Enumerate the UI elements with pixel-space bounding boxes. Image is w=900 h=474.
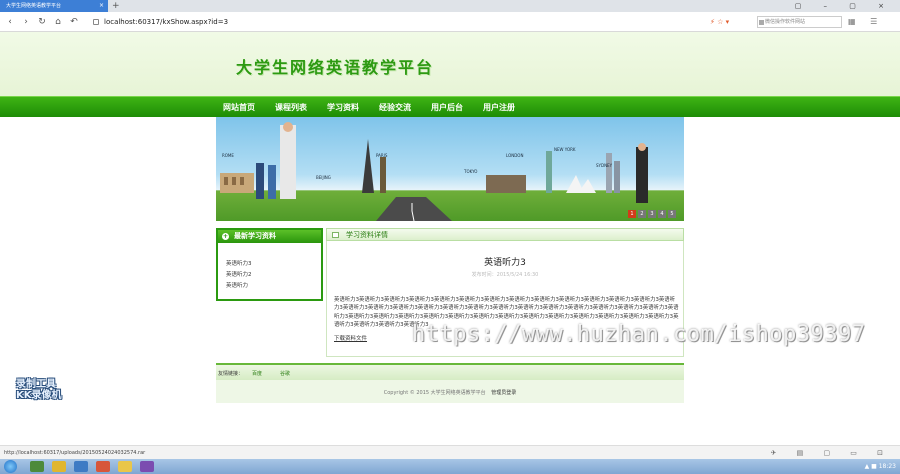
main-nav: 网站首页 课程列表 学习资料 经验交流 用户后台 用户注册: [0, 96, 900, 117]
banner-pager-3[interactable]: 3: [648, 210, 656, 218]
window-controls[interactable]: ▢ – ▢ ×: [795, 0, 894, 12]
windows-taskbar: ▲ ■ 18:23: [0, 459, 900, 474]
home-icon[interactable]: ⌂: [52, 15, 64, 29]
menu-icon[interactable]: ▦ ☰: [848, 15, 883, 29]
city-label: BEIJING: [316, 175, 331, 180]
nav-home[interactable]: 网站首页: [223, 97, 255, 118]
taskbar-app-icon[interactable]: [96, 461, 110, 472]
tab-close-icon[interactable]: ×: [99, 0, 104, 12]
big-ben-icon: [380, 157, 386, 193]
banner-pager-2[interactable]: 2: [638, 210, 646, 218]
nav-materials[interactable]: 学习资料: [327, 97, 359, 118]
sidebar-item[interactable]: 英语听力: [226, 281, 248, 289]
sidebar-item[interactable]: 英语听力2: [226, 270, 252, 278]
sidebar-heading-label: 最新学习资料: [234, 232, 276, 240]
friend-link-baidu[interactable]: 百度: [252, 370, 262, 377]
banner-pager-5[interactable]: 5: [668, 210, 676, 218]
student-right-icon: [636, 147, 648, 203]
nav-courses[interactable]: 课程列表: [275, 97, 307, 118]
footer: Copyright © 2015 大学生网络英语教学平台 管理员登录: [216, 380, 684, 403]
tab-title: 大学生网络英语教学平台: [6, 3, 62, 9]
site-title: 大学生网络英语教学平台: [236, 58, 435, 77]
taskbar-app-icon[interactable]: [30, 461, 44, 472]
recorder-watermark: 录制工具 KK录像机: [16, 379, 62, 401]
latest-materials-heading: + 最新学习资料: [218, 230, 321, 243]
banner-pager-4[interactable]: 4: [658, 210, 666, 218]
recorder-line-1: 录制工具: [16, 379, 56, 390]
recorder-line-2: KK录像机: [16, 390, 62, 401]
forward-icon[interactable]: ›: [20, 15, 32, 29]
material-detail-heading: 学习资料详情: [346, 231, 388, 239]
copyright-text: Copyright © 2015 大学生网络英语教学平台: [383, 390, 486, 396]
city-label: PARIS: [376, 153, 388, 158]
search-input[interactable]: 微信操作软件网站: [757, 16, 842, 28]
sidebar-item[interactable]: 英语听力3: [226, 259, 252, 267]
teacher-icon: [280, 125, 296, 199]
statue-of-liberty-icon: [546, 151, 552, 193]
search-engine-icon: [759, 20, 764, 25]
status-tools-icon[interactable]: ✈ ▤ ▢ ▭ ⊡: [771, 446, 892, 460]
document-icon: [332, 232, 339, 238]
start-button[interactable]: [4, 460, 17, 473]
system-tray[interactable]: ▲ ■ 18:23: [865, 459, 896, 474]
admin-login-link[interactable]: 管理员登录: [491, 390, 516, 396]
search-placeholder: 微信操作软件网站: [765, 19, 806, 25]
city-label: LONDON: [506, 153, 524, 158]
nav-user-backend[interactable]: 用户后台: [431, 97, 463, 118]
banner-pager-1[interactable]: 1: [628, 210, 636, 218]
road-icon: [376, 197, 452, 221]
undo-icon[interactable]: ↶: [68, 15, 80, 29]
material-detail-header: 学习资料详情: [326, 228, 684, 241]
new-tab-icon[interactable]: +: [112, 0, 120, 12]
plus-circle-icon: +: [222, 233, 229, 240]
address-bar: ‹ › ↻ ⌂ ↶ localhost:60317/kxShow.aspx?id…: [0, 12, 900, 32]
city-label: NEW YORK: [554, 147, 576, 152]
latest-materials-panel: + 最新学习资料 英语听力3 英语听力2 英语听力: [216, 228, 323, 301]
taskbar-app-icon[interactable]: [52, 461, 66, 472]
article-meta: 发布时间：2015/5/24 16:30: [471, 272, 539, 278]
browser-status-bar: http://localhost:60317/uploads/201505240…: [0, 445, 900, 459]
back-icon[interactable]: ‹: [4, 15, 16, 29]
city-label: TOKYO: [464, 169, 478, 174]
watermark-text: https://www.huzhan.com/ishop39397: [412, 322, 866, 347]
nav-register[interactable]: 用户注册: [483, 97, 515, 118]
city-label: SYDNEY: [596, 163, 613, 168]
copyright-line: Copyright © 2015 大学生网络英语教学平台 管理员登录: [216, 389, 684, 396]
friend-links-bar: 友情链接： 百度 谷歌: [216, 363, 684, 380]
friend-link-google[interactable]: 谷歌: [280, 370, 290, 377]
student-left-icon: [256, 163, 264, 199]
browser-tab-bar: 大学生网络英语教学平台 × + ▢ – ▢ ×: [0, 0, 900, 12]
download-file-link[interactable]: 下载资料文件: [334, 334, 367, 342]
skyscraper-icon: [614, 161, 620, 193]
taskbar-app-icon[interactable]: [140, 461, 154, 472]
address-actions-icon[interactable]: ⚡ ☆ ▾: [710, 15, 729, 29]
banner-illustration: [220, 122, 648, 221]
nav-experience[interactable]: 经验交流: [379, 97, 411, 118]
taskbar-app-icon[interactable]: [74, 461, 88, 472]
web-page: 大学生网络英语教学平台 网站首页 课程列表 学习资料 经验交流 用户后台 用户注…: [0, 32, 900, 445]
article-title: 英语听力3: [484, 258, 526, 268]
castle-icon: [486, 175, 526, 193]
taskbar-app-icon[interactable]: [118, 461, 132, 472]
banner-carousel[interactable]: PARIS LONDON NEW YORK SYDNEY BEIJING ROM…: [216, 117, 684, 221]
friend-links-label: 友情链接：: [218, 371, 244, 377]
city-label: ROME: [222, 153, 234, 158]
reload-icon[interactable]: ↻: [36, 15, 48, 29]
eiffel-tower-icon: [362, 139, 374, 193]
site-header: 大学生网络英语教学平台: [0, 32, 900, 96]
browser-tab[interactable]: 大学生网络英语教学平台 ×: [0, 0, 108, 12]
status-url: http://localhost:60317/uploads/201505240…: [4, 450, 146, 456]
url-input[interactable]: localhost:60317/kxShow.aspx?id=3: [92, 15, 702, 29]
